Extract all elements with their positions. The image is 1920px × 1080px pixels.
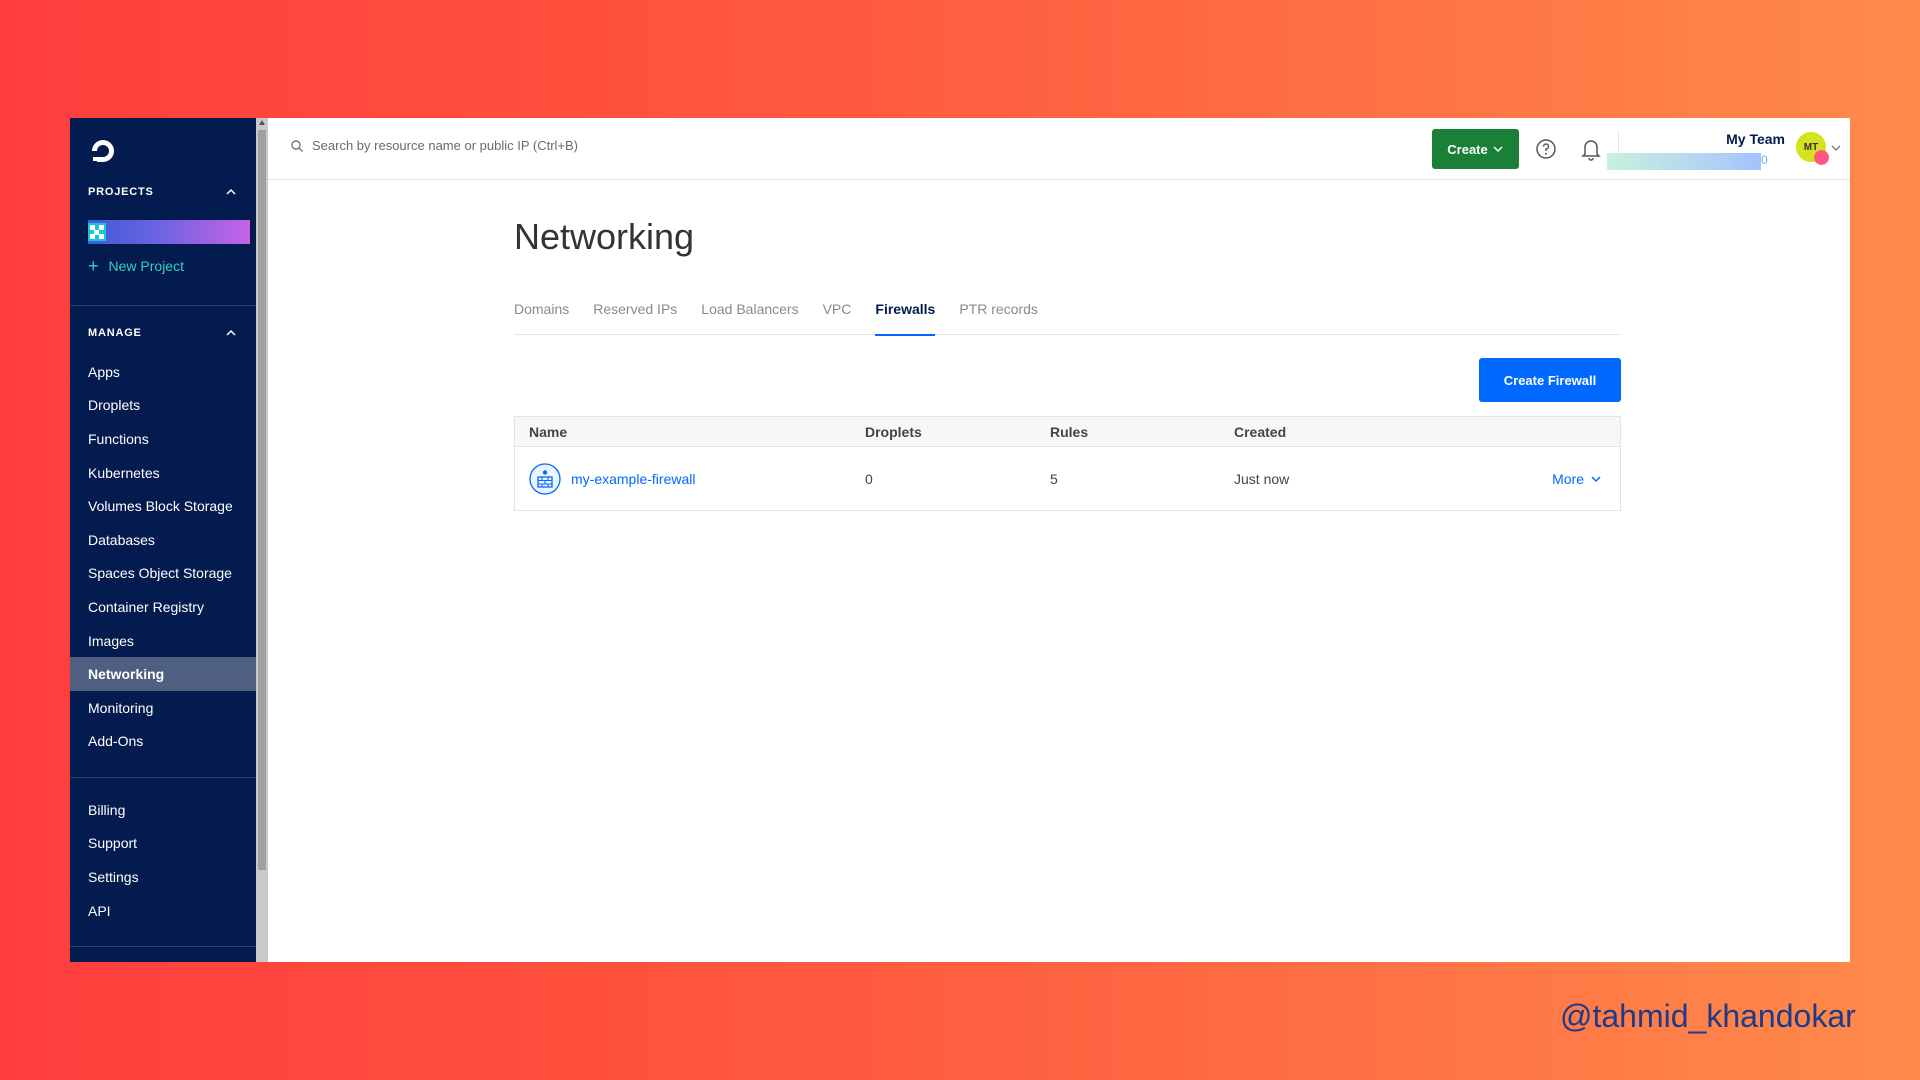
plus-icon: + <box>88 256 99 276</box>
help-icon[interactable] <box>1535 138 1557 160</box>
manage-heading: MANAGE <box>88 327 142 339</box>
column-header-created: Created <box>1234 423 1287 440</box>
project-item[interactable] <box>88 220 250 244</box>
sidebar-item-functions[interactable]: Functions <box>70 422 256 456</box>
tab-ptr-records[interactable]: PTR records <box>959 298 1038 335</box>
chevron-down-icon <box>1493 146 1503 153</box>
sidebar-divider <box>70 777 256 778</box>
team-name[interactable]: My Team <box>1708 131 1785 147</box>
projects-heading: PROJECTS <box>88 186 154 198</box>
new-project-link[interactable]: + New Project <box>88 256 184 276</box>
sidebar-item-add-ons[interactable]: Add-Ons <box>70 725 256 759</box>
created-cell: Just now <box>1234 470 1290 487</box>
sidebar-item-images[interactable]: Images <box>70 624 256 658</box>
table-row: my-example-firewall 0 5 Just now More <box>515 447 1620 510</box>
firewall-icon <box>529 462 561 495</box>
tab-load-balancers[interactable]: Load Balancers <box>701 298 798 335</box>
sidebar-item-volumes[interactable]: Volumes Block Storage <box>70 489 256 523</box>
chevron-down-icon <box>1591 475 1601 482</box>
watermark-handle: @tahmid_khandokar <box>1560 998 1856 1034</box>
sidebar-item-support[interactable]: Support <box>70 827 256 861</box>
more-label: More <box>1552 470 1584 487</box>
main-content: Search by resource name or public IP (Ct… <box>268 118 1850 962</box>
droplets-cell: 0 <box>865 470 873 487</box>
tab-vpc[interactable]: VPC <box>823 298 852 335</box>
search-input[interactable]: Search by resource name or public IP (Ct… <box>290 138 578 153</box>
sidebar-item-apps[interactable]: Apps <box>70 355 256 389</box>
sidebar: PROJECTS + New Project MANAGE Apps Dropl… <box>70 118 256 962</box>
actions-cell: More <box>1484 471 1620 487</box>
create-firewall-button[interactable]: Create Firewall <box>1479 358 1621 402</box>
firewall-name-link[interactable]: my-example-firewall <box>571 471 695 487</box>
sidebar-item-billing[interactable]: Billing <box>70 793 256 827</box>
projects-section-toggle[interactable]: PROJECTS <box>88 182 238 202</box>
scrollbar-thumb[interactable] <box>258 130 266 870</box>
scroll-up-arrow-icon[interactable] <box>259 120 265 125</box>
sidebar-item-monitoring[interactable]: Monitoring <box>70 691 256 725</box>
chevron-up-icon <box>226 188 236 195</box>
team-count: 0 <box>1761 153 1768 167</box>
table-header: Name Droplets Rules Created <box>515 417 1620 447</box>
manage-nav: Apps Droplets Functions Kubernetes Volum… <box>70 355 256 758</box>
create-button[interactable]: Create <box>1432 129 1519 169</box>
top-bar: Search by resource name or public IP (Ct… <box>268 118 1850 180</box>
sidebar-divider <box>70 946 256 947</box>
search-placeholder: Search by resource name or public IP (Ct… <box>312 138 579 153</box>
column-header-name: Name <box>529 423 568 440</box>
account-nav: Billing Support Settings API <box>70 793 256 927</box>
sidebar-item-kubernetes[interactable]: Kubernetes <box>70 456 256 490</box>
networking-tabs: Domains Reserved IPs Load Balancers VPC … <box>514 298 1621 336</box>
tab-reserved-ips[interactable]: Reserved IPs <box>593 298 677 335</box>
chevron-up-icon <box>226 329 236 336</box>
tab-firewalls[interactable]: Firewalls <box>875 298 935 336</box>
search-icon <box>291 139 303 152</box>
bell-icon[interactable] <box>1580 137 1602 161</box>
more-menu-button[interactable]: More <box>1552 471 1602 487</box>
project-icon <box>88 223 106 241</box>
sidebar-scrollbar[interactable] <box>256 118 268 962</box>
firewall-name-cell: my-example-firewall <box>515 462 865 495</box>
app-window: PROJECTS + New Project MANAGE Apps Dropl… <box>70 118 1850 962</box>
rules-cell: 5 <box>1050 470 1058 487</box>
avatar-badge-icon <box>1814 150 1829 165</box>
sidebar-divider <box>70 305 256 306</box>
manage-section-toggle[interactable]: MANAGE <box>88 323 238 343</box>
column-header-rules: Rules <box>1050 423 1089 440</box>
column-header-droplets: Droplets <box>865 423 922 440</box>
firewalls-table: Name Droplets Rules Created my-example-f… <box>514 416 1621 511</box>
chevron-down-icon[interactable] <box>1830 142 1842 154</box>
sidebar-item-droplets[interactable]: Droplets <box>70 389 256 423</box>
sidebar-item-container-registry[interactable]: Container Registry <box>70 590 256 624</box>
tab-domains[interactable]: Domains <box>514 298 569 335</box>
digitalocean-logo-icon[interactable] <box>88 136 118 166</box>
new-project-label: New Project <box>108 258 184 274</box>
create-button-label: Create <box>1447 141 1488 157</box>
team-info-bar <box>1607 153 1761 170</box>
sidebar-item-api[interactable]: API <box>70 894 256 928</box>
sidebar-item-settings[interactable]: Settings <box>70 860 256 894</box>
page-title: Networking <box>514 216 695 257</box>
sidebar-item-networking[interactable]: Networking <box>70 657 256 691</box>
sidebar-item-databases[interactable]: Databases <box>70 523 256 557</box>
sidebar-item-spaces[interactable]: Spaces Object Storage <box>70 557 256 591</box>
